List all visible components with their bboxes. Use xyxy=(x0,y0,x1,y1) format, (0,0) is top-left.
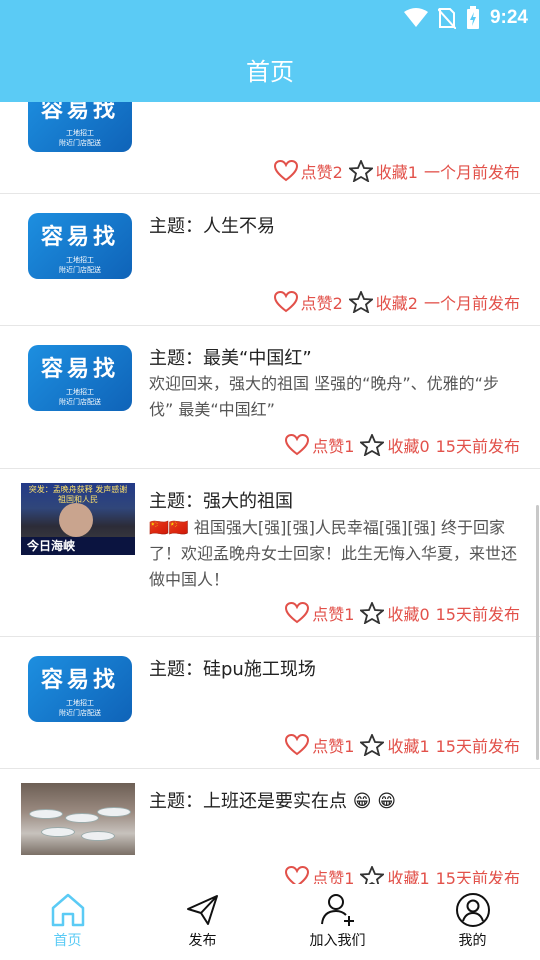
star-icon xyxy=(360,734,385,756)
favorite-button[interactable]: 收藏1 xyxy=(360,733,430,757)
bottom-tab-bar: 首页 发布 加入我们 我的 xyxy=(0,884,540,960)
favorite-button[interactable]: 收藏1 xyxy=(348,159,418,183)
like-button[interactable]: 点赞2 xyxy=(273,159,343,183)
heart-icon xyxy=(285,602,310,624)
star-icon xyxy=(360,866,385,884)
tab-home[interactable]: 首页 xyxy=(0,884,135,960)
star-icon xyxy=(348,160,373,182)
favorite-button[interactable]: 收藏1 xyxy=(360,865,430,884)
post-subject: 主题：最美“中国红” xyxy=(149,348,312,369)
post-card[interactable]: 容易找 工地招工 附近门店配送 点赞2 收藏1 一个月前发布 xyxy=(0,102,540,194)
like-button[interactable]: 点赞1 xyxy=(285,601,354,625)
like-button[interactable]: 点赞2 xyxy=(273,290,343,314)
post-time: 一个月前发布 xyxy=(423,294,520,313)
post-time: 15天前发布 xyxy=(435,437,520,456)
like-button[interactable]: 点赞1 xyxy=(285,733,354,757)
post-subject: 主题：硅pu施工现场 xyxy=(149,659,316,680)
post-thumbnail: 容易找 工地招工 附近门店配送 xyxy=(28,102,132,152)
post-meta: 点赞1 收藏0 15天前发布 xyxy=(285,601,520,625)
app-header: 9:24 首页 xyxy=(0,0,540,102)
heart-icon xyxy=(273,160,298,182)
post-card[interactable]: 容易找 工地招工 附近门店配送 主题：人生不易 点赞2 收藏2 一个月前发布 xyxy=(0,194,540,326)
star-icon xyxy=(360,434,385,456)
post-thumbnail: 容易找 工地招工 附近门店配送 xyxy=(28,213,132,279)
post-subject: 主题：强大的祖国 xyxy=(149,491,293,512)
heart-icon xyxy=(285,866,310,884)
post-meta: 点赞1 收藏1 15天前发布 xyxy=(285,865,520,884)
battery-charging-icon xyxy=(466,6,479,29)
post-meta: 点赞2 收藏2 一个月前发布 xyxy=(273,290,520,314)
like-button[interactable]: 点赞1 xyxy=(285,865,354,884)
heart-icon xyxy=(273,291,298,313)
post-meta: 点赞1 收藏0 15天前发布 xyxy=(285,433,520,457)
send-icon xyxy=(186,895,218,925)
post-meta: 点赞2 收藏1 一个月前发布 xyxy=(273,159,520,183)
post-time: 一个月前发布 xyxy=(423,163,520,182)
post-time: 15天前发布 xyxy=(435,737,520,756)
tab-publish[interactable]: 发布 xyxy=(135,884,270,960)
post-subject: 主题：人生不易 xyxy=(149,216,275,237)
user-icon xyxy=(455,893,490,927)
post-time: 15天前发布 xyxy=(435,605,520,624)
add-user-icon xyxy=(320,894,354,926)
like-button[interactable]: 点赞1 xyxy=(285,433,354,457)
post-thumbnail: 容易找 工地招工 附近门店配送 xyxy=(28,345,132,411)
page-title: 首页 xyxy=(246,58,294,86)
post-body: 🇨🇳🇨🇳 祖国强大[强][强]人民幸福[强][强] 终于回家了！欢迎孟晚舟女士回… xyxy=(149,518,518,589)
post-card[interactable]: 主题：上班还是要实在点 😁 😁 点赞1 收藏1 15天前发布 xyxy=(0,769,540,884)
post-subject: 主题：上班还是要实在点 😁 😁 xyxy=(149,791,396,812)
status-time: 9:24 xyxy=(489,7,528,28)
star-icon xyxy=(348,291,373,313)
heart-icon xyxy=(285,734,310,756)
post-meta: 点赞1 收藏1 15天前发布 xyxy=(285,733,520,757)
favorite-button[interactable]: 收藏2 xyxy=(348,290,418,314)
scrollbar[interactable] xyxy=(536,505,539,760)
post-thumbnail: 容易找 工地招工 附近门店配送 xyxy=(28,656,132,722)
post-card[interactable]: 容易找 工地招工 附近门店配送 主题：最美“中国红” 欢迎回来，强大的祖国 坚强… xyxy=(0,326,540,469)
post-photo xyxy=(21,783,135,855)
post-time: 15天前发布 xyxy=(435,869,520,884)
tab-join-us[interactable]: 加入我们 xyxy=(270,884,405,960)
no-sim-icon xyxy=(437,8,456,29)
star-icon xyxy=(360,602,385,624)
post-photo: 突发：孟晚舟获释 发声感谢祖国和人民 今日海峡 xyxy=(21,483,135,555)
post-card[interactable]: 突发：孟晚舟获释 发声感谢祖国和人民 今日海峡 主题：强大的祖国 🇨🇳🇨🇳 祖国… xyxy=(0,469,540,637)
heart-icon xyxy=(285,434,310,456)
post-body: 欢迎回来，强大的祖国 坚强的“晚舟”、优雅的“步伐” 最美“中国红” xyxy=(149,374,499,419)
post-feed[interactable]: 容易找 工地招工 附近门店配送 点赞2 收藏1 一个月前发布 容易找 工地招工 … xyxy=(0,102,540,884)
wifi-icon xyxy=(403,8,428,27)
favorite-button[interactable]: 收藏0 xyxy=(360,601,430,625)
favorite-button[interactable]: 收藏0 xyxy=(360,433,430,457)
post-card[interactable]: 容易找 工地招工 附近门店配送 主题：硅pu施工现场 点赞1 收藏1 15天前发… xyxy=(0,637,540,769)
tab-mine[interactable]: 我的 xyxy=(405,884,540,960)
status-bar: 9:24 xyxy=(403,6,528,30)
home-icon xyxy=(51,893,84,927)
